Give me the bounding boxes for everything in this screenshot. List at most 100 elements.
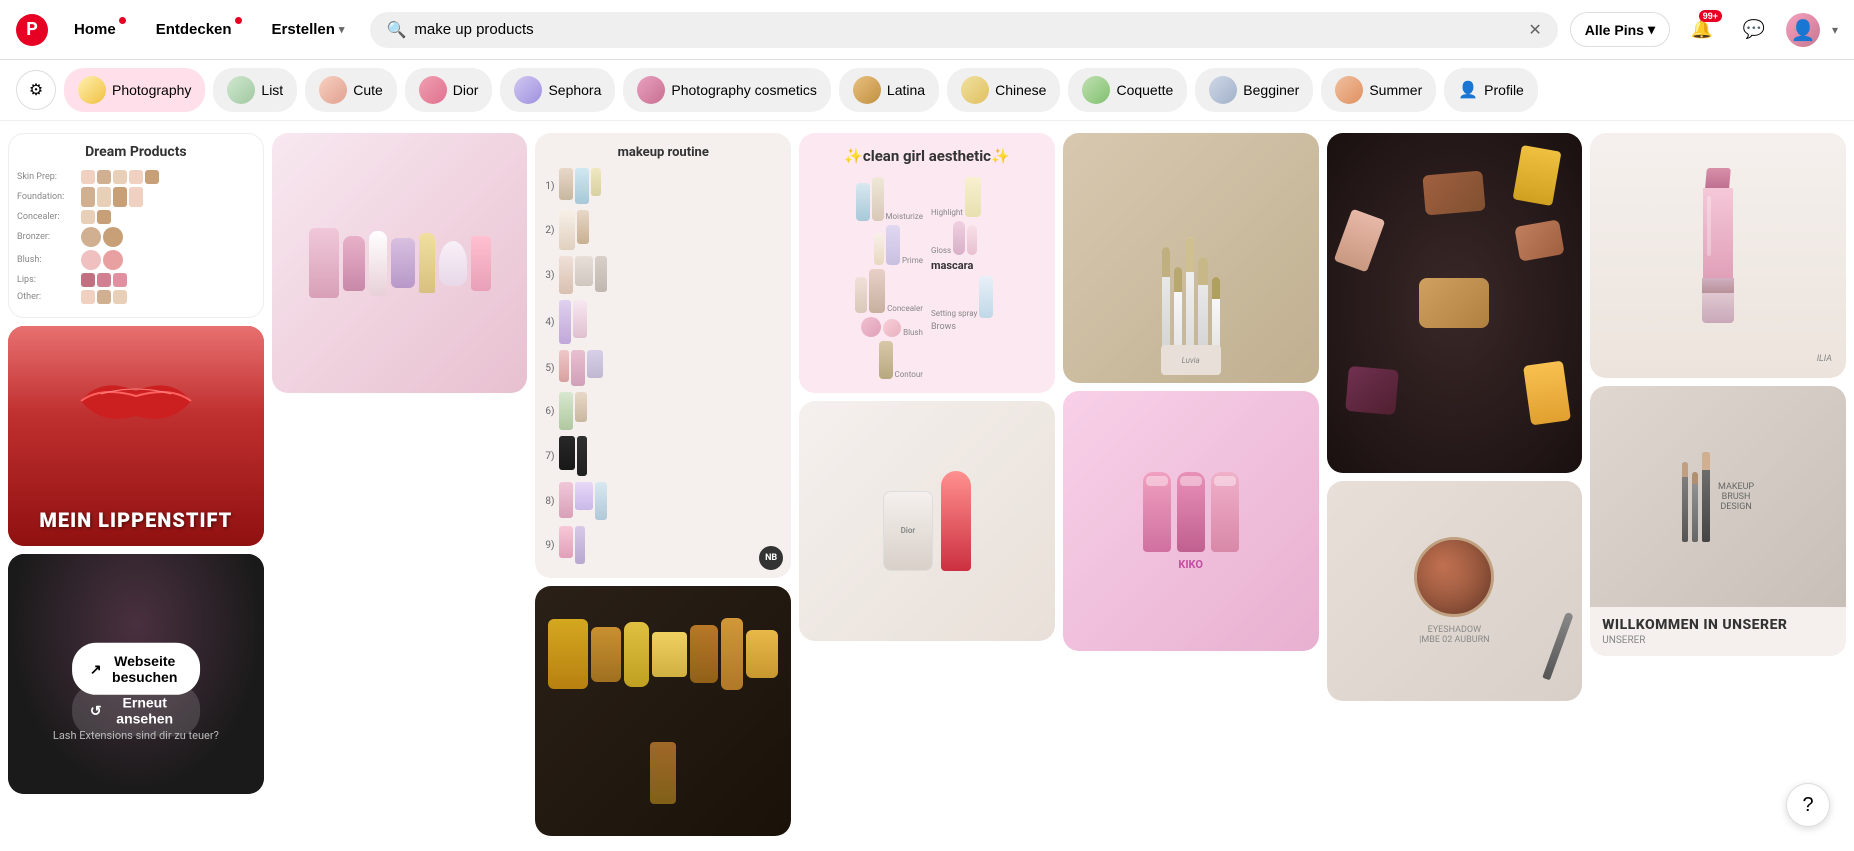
- dp-item: [113, 290, 127, 304]
- logo[interactable]: P: [16, 14, 48, 46]
- dp-item: [103, 250, 123, 270]
- dp-row-other: Other:: [17, 290, 255, 304]
- alle-pins-button[interactable]: Alle Pins ▾: [1570, 12, 1670, 47]
- chinese-chip-label: Chinese: [995, 82, 1046, 98]
- dp-item: [97, 170, 111, 184]
- chip-coquette[interactable]: Coquette: [1068, 68, 1187, 112]
- dp-row-lips: Lips:: [17, 273, 255, 287]
- dp-item: [81, 250, 101, 270]
- begginer-chip-label: Begginer: [1243, 82, 1299, 98]
- dp-label-other: Other:: [17, 292, 77, 302]
- dp-item: [145, 170, 159, 184]
- chip-dior[interactable]: Dior: [405, 68, 493, 112]
- avatar[interactable]: 👤: [1786, 13, 1820, 47]
- chevron-down-icon: ▾: [339, 23, 345, 36]
- dp-label-foundation: Foundation:: [17, 192, 77, 202]
- dp-item: [81, 290, 95, 304]
- promo-text: Lash Extensions sind dir zu teuer?: [8, 728, 264, 742]
- dp-row-skinprep: Skin Prep:: [17, 170, 255, 184]
- nav-erstellen-label: Erstellen: [272, 21, 335, 38]
- pin-card-clean-girl[interactable]: ✨clean girl aesthetic✨ Moisturize Prime: [799, 133, 1055, 393]
- sliders-icon: ⚙: [29, 80, 43, 100]
- photography-chip-icon: [78, 76, 106, 104]
- dp-item: [81, 170, 95, 184]
- filter-settings-button[interactable]: ⚙: [16, 70, 56, 110]
- nav-entdecken-label: Entdecken: [156, 21, 232, 38]
- list-chip-icon: [227, 76, 255, 104]
- filter-bar: ⚙ Photography List Cute Dior Sephora Pho…: [0, 60, 1854, 121]
- nav-home-label: Home: [74, 21, 116, 38]
- photocosm-chip-label: Photography cosmetics: [671, 82, 817, 98]
- chip-profile[interactable]: 👤 Profile: [1444, 68, 1538, 112]
- dp-items-skinprep: [81, 170, 159, 184]
- dp-row-bronzer: Bronzer:: [17, 227, 255, 247]
- entdecken-dot: [235, 17, 242, 24]
- search-input[interactable]: [414, 21, 1520, 38]
- coquette-chip-icon: [1082, 76, 1110, 104]
- pin-card[interactable]: Dream Products Skin Prep: Foundation:: [8, 133, 264, 318]
- dior-chip-label: Dior: [453, 82, 479, 98]
- pin-card-routine[interactable]: makeup routine 1) 2): [535, 133, 791, 578]
- pin-card[interactable]: MEIN LIPPENSTIFT: [8, 326, 264, 546]
- dp-item: [129, 187, 143, 207]
- profile-icon: 👤: [1458, 80, 1478, 100]
- dream-products-rows: Skin Prep: Foundation:: [9, 166, 263, 317]
- chip-summer[interactable]: Summer: [1321, 68, 1436, 112]
- summer-chip-icon: [1335, 76, 1363, 104]
- home-dot: [119, 17, 126, 24]
- dp-items-foundation: [81, 187, 143, 207]
- avatar-icon: 👤: [1791, 18, 1816, 42]
- cute-chip-icon: [319, 76, 347, 104]
- photocosm-chip-icon: [637, 76, 665, 104]
- dp-item: [81, 227, 101, 247]
- chevron-account-icon: ▾: [1832, 23, 1838, 37]
- chip-list[interactable]: List: [213, 68, 297, 112]
- pin-card-lipstick[interactable]: ILIA: [1590, 133, 1846, 378]
- notification-button[interactable]: 🔔 99+: [1682, 10, 1722, 50]
- latina-chip-icon: [853, 76, 881, 104]
- sephora-chip-label: Sephora: [548, 82, 601, 98]
- nav-home[interactable]: Home: [60, 13, 130, 46]
- dp-item: [97, 187, 111, 207]
- pin-card[interactable]: Dior: [799, 401, 1055, 641]
- messages-button[interactable]: 💬: [1734, 10, 1774, 50]
- list-chip-label: List: [261, 82, 283, 98]
- dp-item: [97, 210, 111, 224]
- dp-row-blush: Blush:: [17, 250, 255, 270]
- pin-card-scattered[interactable]: [1327, 133, 1583, 473]
- pin-card[interactable]: [272, 133, 528, 393]
- pins-grid: Dream Products Skin Prep: Foundation:: [8, 133, 1846, 836]
- profile-chip-label: Profile: [1484, 82, 1524, 98]
- begginer-chip-icon: [1209, 76, 1237, 104]
- pin-card[interactable]: KIKO: [1063, 391, 1319, 651]
- chip-sephora[interactable]: Sephora: [500, 68, 615, 112]
- chip-photocosm[interactable]: Photography cosmetics: [623, 68, 831, 112]
- chip-photography[interactable]: Photography: [64, 68, 205, 112]
- question-mark-icon: ?: [1802, 794, 1813, 817]
- pin-card[interactable]: EYESHADOW|MBE 02 AUBURN 35,5€ 25€: [1327, 481, 1583, 701]
- help-button[interactable]: ?: [1786, 783, 1830, 827]
- pin-card-brushes[interactable]: Luvia Anzeige von Luvia Cosmetics ···: [1063, 133, 1319, 383]
- chip-begginer[interactable]: Begginer: [1195, 68, 1313, 112]
- pin-card-video[interactable]: 0:20 ↗ Webseite besuchen ↺ Erneut ansehe…: [8, 554, 264, 794]
- main-content: Dream Products Skin Prep: Foundation:: [0, 121, 1854, 848]
- pin-card[interactable]: [535, 586, 791, 836]
- coquette-chip-label: Coquette: [1116, 82, 1173, 98]
- search-clear-button[interactable]: ✕: [1528, 20, 1541, 40]
- photography-chip-label: Photography: [112, 82, 191, 98]
- chip-cute[interactable]: Cute: [305, 68, 397, 112]
- dp-items-lips: [81, 273, 127, 287]
- dp-item: [81, 187, 95, 207]
- dp-item: [97, 273, 111, 287]
- dream-products-title: Dream Products: [9, 134, 263, 166]
- dp-item: [81, 273, 95, 287]
- chip-chinese[interactable]: Chinese: [947, 68, 1060, 112]
- pin-card-begginer[interactable]: MAKEUPBRUSHDESIGN WILLKOMMEN IN UNSERER …: [1590, 386, 1846, 656]
- nav-entdecken[interactable]: Entdecken: [142, 13, 246, 46]
- latina-chip-label: Latina: [887, 82, 925, 98]
- dp-item: [103, 227, 123, 247]
- dp-items-bronzer: [81, 227, 123, 247]
- nav-erstellen[interactable]: Erstellen ▾: [258, 13, 359, 46]
- chip-latina[interactable]: Latina: [839, 68, 939, 112]
- dp-item: [81, 210, 95, 224]
